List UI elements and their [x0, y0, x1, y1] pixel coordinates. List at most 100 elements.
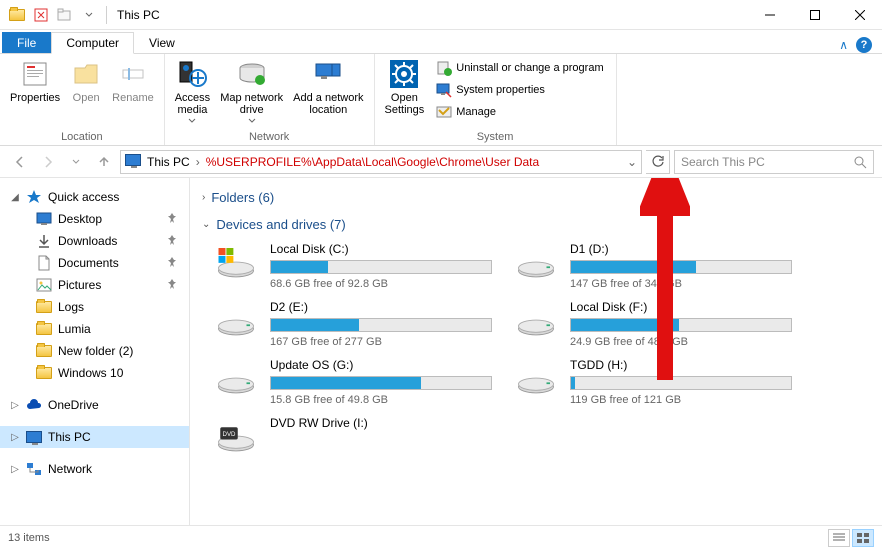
sidebar-this-pc[interactable]: ▷ This PC: [0, 426, 189, 448]
view-tiles-button[interactable]: [852, 529, 874, 547]
qat-properties-icon[interactable]: [30, 4, 52, 26]
drive-item[interactable]: Local Disk (F:)24.9 GB free of 48.8 GB: [512, 300, 792, 348]
network-icon: [26, 461, 42, 477]
drive-item[interactable]: Local Disk (C:)68.6 GB free of 92.8 GB: [212, 242, 492, 290]
minimize-button[interactable]: [747, 0, 792, 30]
chevron-right-icon[interactable]: ▷: [10, 464, 20, 475]
qat-newfolder-icon[interactable]: [54, 4, 76, 26]
drive-icon: [512, 242, 560, 282]
access-media-icon: [176, 58, 208, 90]
sidebar-item[interactable]: Windows 10: [0, 362, 189, 384]
address-field[interactable]: This PC › %USERPROFILE%\AppData\Local\Go…: [120, 150, 642, 174]
address-path[interactable]: %USERPROFILE%\AppData\Local\Google\Chrom…: [206, 155, 539, 169]
tab-view[interactable]: View: [134, 32, 190, 53]
drive-icon: [512, 300, 560, 340]
uninstall-program-button[interactable]: Uninstall or change a program: [434, 58, 605, 78]
sidebar-item-label: Pictures: [58, 278, 101, 292]
access-media-button[interactable]: Access media: [171, 56, 214, 131]
back-button[interactable]: [8, 150, 32, 174]
section-folders[interactable]: › Folders (6): [202, 184, 870, 211]
drive-item[interactable]: D1 (D:)147 GB free of 341 GB: [512, 242, 792, 290]
search-field[interactable]: [674, 150, 874, 174]
sidebar-item[interactable]: Downloads: [0, 230, 189, 252]
rename-button: Rename: [108, 56, 158, 131]
drive-item[interactable]: Update OS (G:)15.8 GB free of 49.8 GB: [212, 358, 492, 406]
sidebar-item-label: Logs: [58, 300, 84, 314]
drive-name: Local Disk (C:): [270, 242, 492, 256]
chevron-right-icon[interactable]: ▷: [10, 432, 20, 443]
sidebar-item[interactable]: Logs: [0, 296, 189, 318]
sidebar: ◢ Quick access DesktopDownloads Documents…: [0, 178, 190, 525]
downloads-icon: [36, 233, 52, 249]
section-drives[interactable]: ⌄ Devices and drives (7): [202, 211, 870, 238]
drive-icon: DVD: [212, 416, 260, 456]
drive-free-text: 15.8 GB free of 49.8 GB: [270, 394, 492, 406]
add-network-location-button[interactable]: Add a network location: [289, 56, 367, 131]
ribbon-group-location: Properties Open Rename Location: [0, 54, 165, 145]
refresh-button[interactable]: [646, 150, 670, 174]
drive-free-text: 167 GB free of 277 GB: [270, 336, 492, 348]
map-drive-button[interactable]: Map network drive: [216, 56, 287, 131]
chevron-down-icon[interactable]: ◢: [10, 192, 20, 203]
star-icon: [26, 189, 42, 205]
qat-dropdown[interactable]: [78, 4, 100, 26]
pin-icon: [167, 279, 177, 292]
sidebar-item[interactable]: Lumia: [0, 318, 189, 340]
view-details-button[interactable]: [828, 529, 850, 547]
drive-free-text: 147 GB free of 341 GB: [570, 278, 792, 290]
ribbon-group-network: Access media Map network drive Add a net…: [165, 54, 375, 145]
recent-locations-button[interactable]: [64, 150, 88, 174]
chevron-down-icon[interactable]: ⌄: [202, 219, 210, 230]
forward-button[interactable]: [36, 150, 60, 174]
pin-icon: [167, 235, 177, 248]
sidebar-item[interactable]: Desktop: [0, 208, 189, 230]
maximize-button[interactable]: [792, 0, 837, 30]
drive-item[interactable]: TGDD (H:)119 GB free of 121 GB: [512, 358, 792, 406]
drive-capacity-bar: [270, 318, 492, 332]
sidebar-item[interactable]: Documents: [0, 252, 189, 274]
ribbon-collapse-icon[interactable]: ∧: [839, 38, 848, 52]
pc-icon: [26, 429, 42, 445]
open-settings-button[interactable]: Open Settings: [381, 56, 429, 131]
sidebar-quick-access[interactable]: ◢ Quick access: [0, 186, 189, 208]
sidebar-item[interactable]: New folder (2): [0, 340, 189, 362]
qat-explorer-icon[interactable]: [6, 4, 28, 26]
uninstall-icon: [436, 60, 452, 76]
sidebar-onedrive[interactable]: ▷ OneDrive: [0, 394, 189, 416]
sidebar-network[interactable]: ▷ Network: [0, 458, 189, 480]
rename-icon: [117, 58, 149, 90]
system-properties-button[interactable]: System properties: [434, 80, 605, 100]
chevron-right-icon[interactable]: ▷: [10, 400, 20, 411]
sidebar-item-label: Lumia: [58, 322, 91, 336]
up-button[interactable]: [92, 150, 116, 174]
properties-icon: [19, 58, 51, 90]
drive-capacity-bar: [570, 376, 792, 390]
tab-computer[interactable]: Computer: [51, 32, 134, 54]
ribbon-group-system: Open Settings Uninstall or change a prog…: [375, 54, 617, 145]
drive-capacity-bar: [570, 260, 792, 274]
breadcrumb-root[interactable]: This PC: [147, 155, 190, 169]
statusbar: 13 items: [0, 525, 882, 549]
tab-file[interactable]: File: [2, 32, 51, 53]
close-button[interactable]: [837, 0, 882, 30]
drive-name: TGDD (H:): [570, 358, 792, 372]
titlebar: This PC: [0, 0, 882, 30]
map-drive-icon: [236, 58, 268, 90]
folder-icon: [36, 299, 52, 315]
address-dropdown-icon[interactable]: ⌄: [627, 155, 637, 169]
sidebar-item-label: New folder (2): [58, 344, 133, 358]
search-input[interactable]: [681, 155, 853, 169]
drive-free-text: 24.9 GB free of 48.8 GB: [570, 336, 792, 348]
drive-item[interactable]: D2 (E:)167 GB free of 277 GB: [212, 300, 492, 348]
manage-button[interactable]: Manage: [434, 102, 605, 122]
drive-item[interactable]: DVDDVD RW Drive (I:): [212, 416, 492, 456]
pictures-icon: [36, 277, 52, 293]
sidebar-item[interactable]: Pictures: [0, 274, 189, 296]
chevron-down-icon: [248, 118, 256, 123]
chevron-right-icon[interactable]: ›: [202, 192, 205, 203]
sidebar-item-label: Documents: [58, 256, 119, 270]
help-icon[interactable]: ?: [856, 37, 872, 53]
folder-icon: [36, 321, 52, 337]
open-button: Open: [66, 56, 106, 131]
properties-button[interactable]: Properties: [6, 56, 64, 131]
